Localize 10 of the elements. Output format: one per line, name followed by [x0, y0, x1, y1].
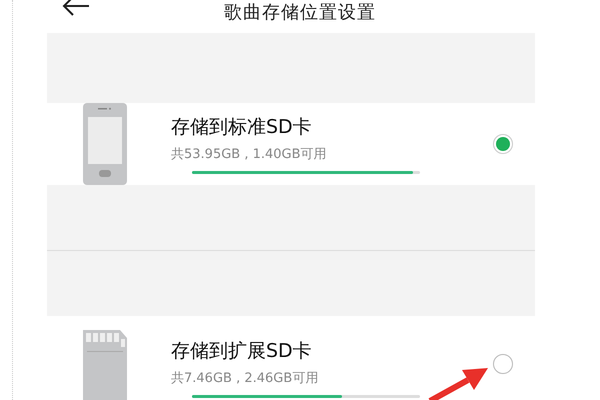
storage-capacity-text: 共53.95GB , 1.40GB可用	[171, 146, 328, 163]
storage-option-title: 存储到扩展SD卡	[171, 339, 313, 364]
radio-button[interactable]	[493, 134, 513, 154]
radio-button[interactable]	[493, 354, 513, 374]
phone-icon	[83, 103, 127, 185]
storage-capacity-text: 共7.46GB , 2.46GB可用	[171, 370, 320, 387]
back-arrow-icon[interactable]	[62, 0, 90, 16]
sd-card-icon	[83, 330, 127, 400]
page-title: 歌曲存储位置设置	[224, 2, 376, 24]
storage-option-title: 存储到标准SD卡	[171, 115, 313, 140]
